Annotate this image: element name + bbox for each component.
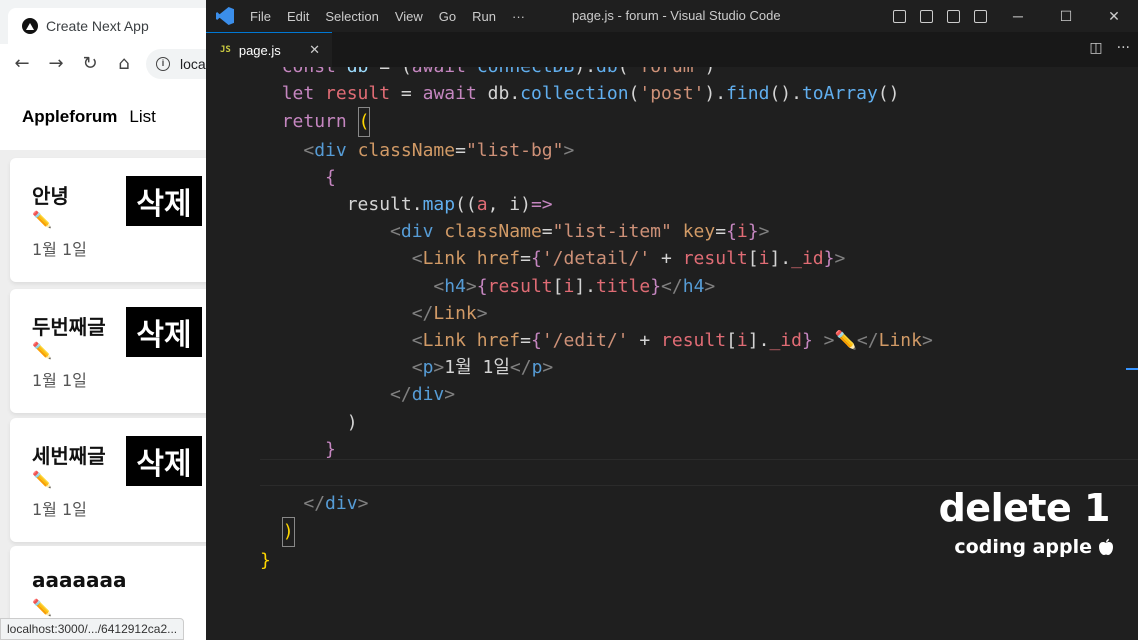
address-bar[interactable]: i loca <box>146 49 206 79</box>
tab-label: page.js <box>238 42 281 58</box>
post-title[interactable]: aaaaaaa <box>32 568 126 592</box>
pencil-icon[interactable]: ✏️ <box>32 470 52 489</box>
customize-layout-icon[interactable] <box>967 0 994 32</box>
pencil-icon[interactable]: ✏️ <box>32 210 52 229</box>
list-link[interactable]: List <box>129 107 155 127</box>
close-window-icon[interactable]: ✕ <box>1090 0 1138 32</box>
vscode-logo-icon <box>216 7 234 25</box>
minimap-marker <box>1126 368 1138 370</box>
watermark-brand: coding apple <box>954 536 1092 558</box>
post-title[interactable]: 두번째글 <box>32 311 106 340</box>
window-title: page.js - forum - Visual Studio Code <box>572 8 781 23</box>
code-content[interactable]: const db = (await connectDB).db('forum')… <box>260 67 933 574</box>
maximize-icon[interactable]: ☐ <box>1042 0 1090 32</box>
menu-view[interactable]: View <box>395 9 423 24</box>
watermark-subtitle: coding apple <box>954 536 1114 558</box>
post-date: 1월 1일 <box>32 371 87 390</box>
watermark-title: delete 1 <box>938 486 1111 530</box>
site-info-icon[interactable]: i <box>156 57 170 71</box>
post-title[interactable]: 안녕 <box>32 180 69 209</box>
pencil-icon[interactable]: ✏️ <box>32 598 52 617</box>
more-actions-icon[interactable]: ··· <box>1117 40 1130 56</box>
reload-icon[interactable]: ↻ <box>80 54 100 74</box>
toggle-sidebar-icon[interactable] <box>886 0 913 32</box>
window-controls: ─ ☐ ✕ <box>886 0 1138 32</box>
browser-window: Create Next App ← → ↻ ⌂ i loca Appleforu… <box>0 0 206 640</box>
toggle-secondary-sidebar-icon[interactable] <box>940 0 967 32</box>
browser-tab[interactable]: Create Next App <box>8 8 206 44</box>
menu-bar: File Edit Selection View Go Run ··· <box>250 9 525 24</box>
tab-page-js[interactable]: JS page.js ✕ <box>206 32 332 67</box>
list-item: 세번째글 ✏️ 1월 1일 삭제 <box>10 418 206 542</box>
post-date: 1월 1일 <box>32 500 87 519</box>
forum-navbar: Appleforum List <box>0 84 206 150</box>
editor-tabs: JS page.js ✕ ◫ ··· <box>206 32 1138 67</box>
post-title[interactable]: 세번째글 <box>32 440 106 469</box>
menu-file[interactable]: File <box>250 9 271 24</box>
forum-page: Appleforum List 안녕 ✏️ 1월 1일 삭제 두번째글 ✏️ 1… <box>0 84 206 640</box>
menu-go[interactable]: Go <box>439 9 456 24</box>
pencil-icon[interactable]: ✏️ <box>32 341 52 360</box>
menu-more[interactable]: ··· <box>512 9 525 24</box>
list-item: 안녕 ✏️ 1월 1일 삭제 <box>10 158 206 282</box>
menu-selection[interactable]: Selection <box>325 9 378 24</box>
address-text: loca <box>180 56 206 72</box>
close-tab-icon[interactable]: ✕ <box>309 42 320 58</box>
minimize-icon[interactable]: ─ <box>994 0 1042 32</box>
browser-tab-title: Create Next App <box>46 18 149 34</box>
list-item: 두번째글 ✏️ 1월 1일 삭제 <box>10 289 206 413</box>
split-editor-icon[interactable]: ◫ <box>1089 40 1102 56</box>
menu-edit[interactable]: Edit <box>287 9 309 24</box>
toggle-panel-icon[interactable] <box>913 0 940 32</box>
javascript-file-icon: JS <box>220 45 231 55</box>
brand-link[interactable]: Appleforum <box>22 107 117 127</box>
status-bar-url: localhost:3000/.../6412912ca2... <box>0 618 185 640</box>
apple-logo-icon <box>1099 538 1113 555</box>
delete-button[interactable]: 삭제 <box>126 176 202 226</box>
delete-button[interactable]: 삭제 <box>126 307 202 357</box>
nextjs-logo-icon <box>22 18 38 34</box>
editor-actions: ◫ ··· <box>1089 40 1130 56</box>
title-bar: File Edit Selection View Go Run ··· page… <box>206 0 1138 32</box>
back-arrow-icon[interactable]: ← <box>12 54 32 74</box>
delete-button[interactable]: 삭제 <box>126 436 202 486</box>
menu-run[interactable]: Run <box>472 9 496 24</box>
forward-arrow-icon[interactable]: → <box>46 54 66 74</box>
home-icon[interactable]: ⌂ <box>114 54 134 74</box>
post-date: 1월 1일 <box>32 240 87 259</box>
